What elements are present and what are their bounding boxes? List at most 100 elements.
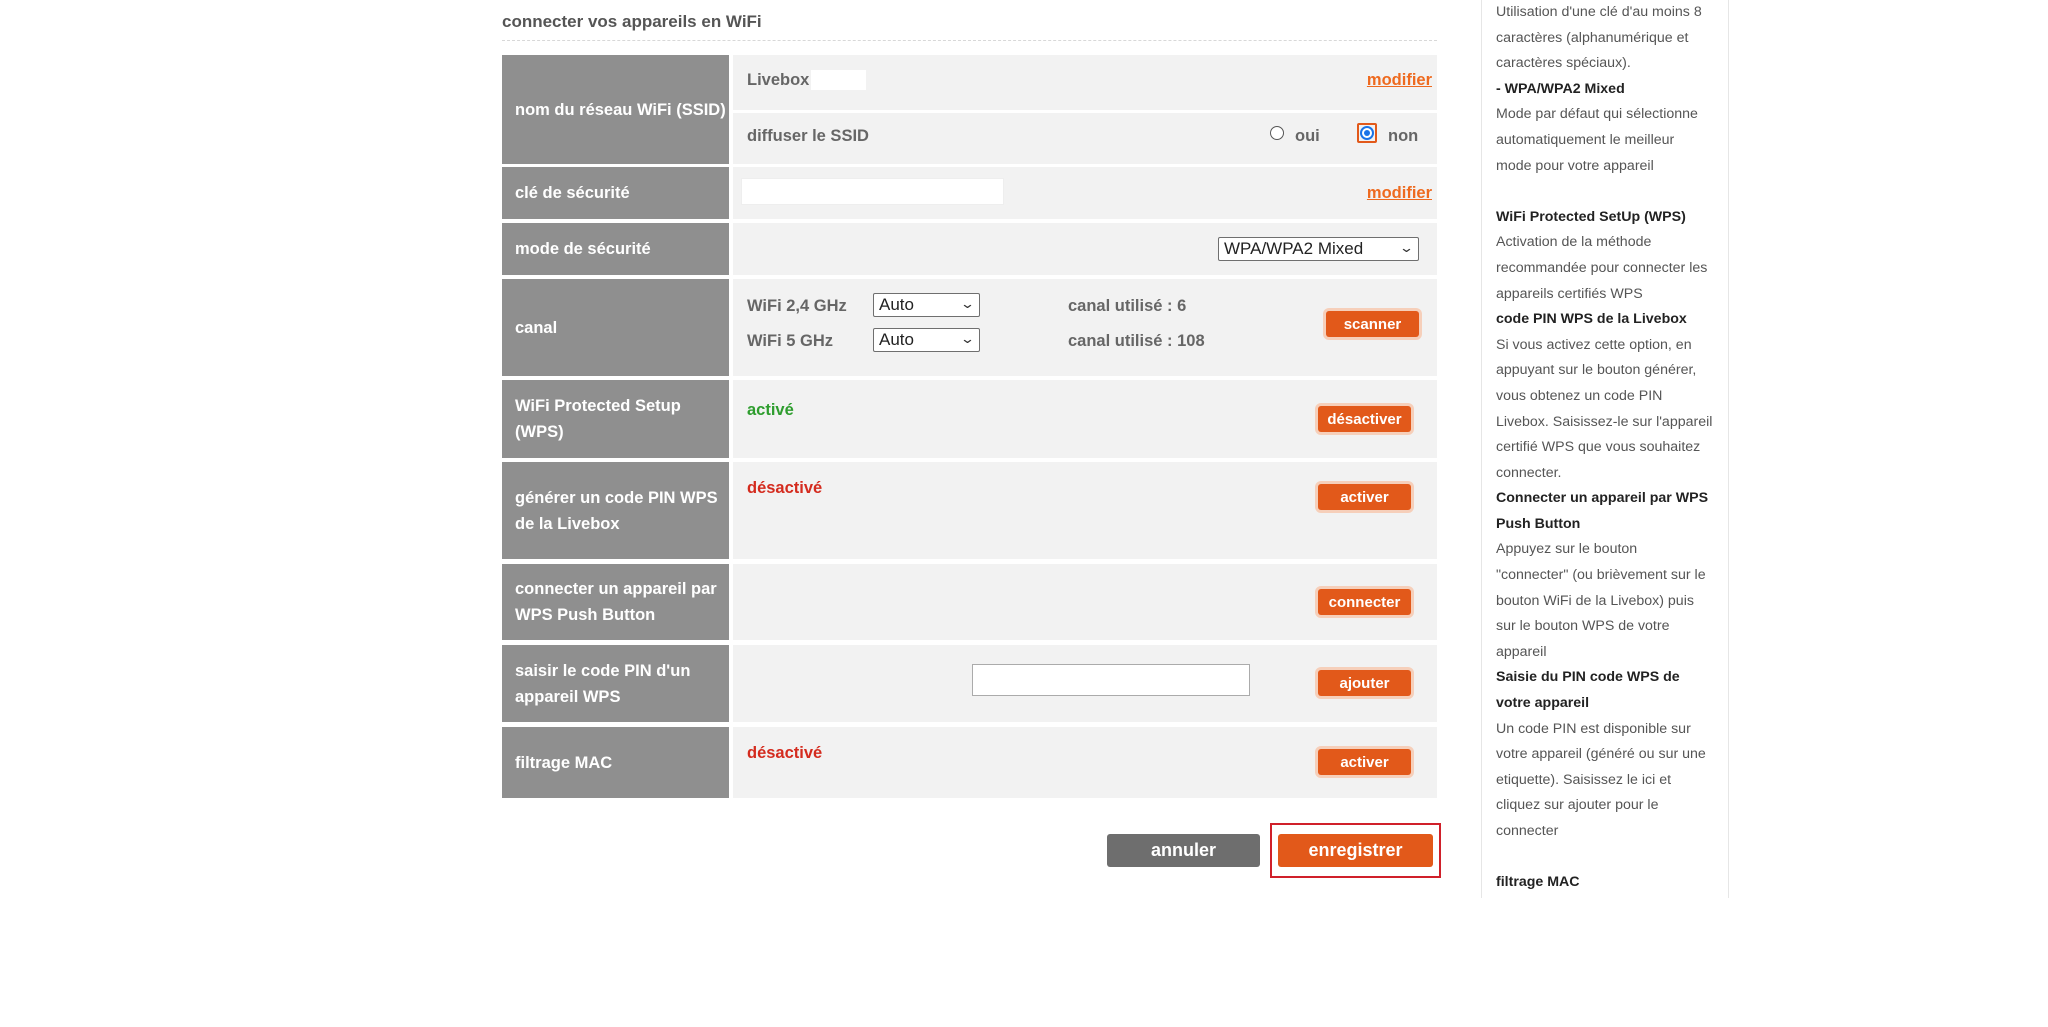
help-pin-text-1: Si vous activez cette option, en: [1496, 336, 1692, 353]
section-title: connecter vos appareils en WiFi: [502, 12, 762, 31]
band-24-used-channel: canal utilisé : 6: [1068, 297, 1187, 315]
device-pin-input[interactable]: [972, 664, 1250, 696]
wps-pin-content: désactivé activer: [733, 462, 1437, 559]
device-pin-row: saisir le code PIN d'un appareil WPS ajo…: [502, 645, 1437, 722]
channel-content: WiFi 2,4 GHz Auto ⌄ canal utilisé : 6 Wi…: [733, 279, 1437, 376]
broadcast-no-label: non: [1388, 127, 1419, 145]
band-24-selected: Auto: [879, 295, 914, 314]
help-push-text-1: Appuyez sur le bouton: [1496, 541, 1638, 558]
help-push-heading-2: Push Button: [1496, 515, 1581, 532]
wps-status: activé: [747, 401, 794, 419]
ssid-masked-field: [811, 70, 866, 90]
help-device-text-5: connecter: [1496, 823, 1559, 839]
help-pin-text-2: appuyant sur le bouton générer,: [1496, 362, 1697, 379]
wps-row: WiFi Protected Setup (WPS) activé désact…: [502, 380, 1437, 458]
device-pin-label: saisir le code PIN d'un appareil WPS: [502, 645, 729, 722]
channel-row: canal WiFi 2,4 GHz Auto ⌄ canal utilisé …: [502, 279, 1437, 376]
ssid-value: Livebox: [747, 71, 810, 89]
wps-deactivate-button[interactable]: désactiver: [1318, 406, 1411, 432]
wps-pin-activate-button[interactable]: activer: [1318, 484, 1411, 510]
security-mode-label: mode de sécurité: [502, 223, 729, 275]
ssid-label: nom du réseau WiFi (SSID): [502, 55, 729, 164]
help-push-text-5: appareil: [1496, 643, 1547, 660]
help-device-text-4: cliquez sur ajouter pour le: [1496, 797, 1659, 814]
security-key-row: clé de sécurité modifier: [502, 167, 1437, 219]
help-pin-text-5: certifié WPS que vous souhaitez: [1496, 439, 1701, 456]
title-divider: [502, 40, 1437, 41]
chevron-down-icon: ⌄: [959, 296, 976, 311]
broadcast-yes-label: oui: [1295, 127, 1320, 145]
wps-label: WiFi Protected Setup (WPS): [502, 380, 729, 458]
help-device-text-3: etiquette). Saisissez le ici et: [1496, 771, 1672, 788]
help-push-text-4: sur le bouton WPS de votre: [1496, 618, 1670, 635]
chevron-down-icon: ⌄: [959, 331, 976, 346]
broadcast-no-radio[interactable]: [1360, 126, 1374, 140]
security-key-label: clé de sécurité: [502, 167, 729, 219]
security-mode-row: mode de sécurité WPA/WPA2 Mixed ⌄: [502, 223, 1437, 275]
mac-filter-row: filtrage MAC désactivé activer: [502, 727, 1437, 798]
broadcast-ssid-label: diffuser le SSID: [747, 127, 869, 145]
mac-filter-status: désactivé: [747, 744, 823, 762]
ssid-modify-link[interactable]: modifier: [1367, 71, 1432, 90]
chevron-down-icon: ⌄: [1398, 240, 1415, 255]
security-key-field[interactable]: [741, 178, 1004, 205]
broadcast-yes-radio[interactable]: [1270, 126, 1284, 140]
mac-filter-label: filtrage MAC: [502, 727, 729, 798]
band-5-selected: Auto: [879, 330, 914, 349]
wps-push-label: connecter un appareil par WPS Push Butto…: [502, 564, 729, 640]
scan-button[interactable]: scanner: [1326, 311, 1419, 337]
help-pin-heading: code PIN WPS de la Livebox: [1496, 311, 1687, 328]
security-mode-content: WPA/WPA2 Mixed ⌄: [733, 223, 1437, 275]
help-wps-heading: WiFi Protected SetUp (WPS): [1496, 208, 1686, 225]
cancel-button[interactable]: annuler: [1107, 834, 1260, 867]
ssid-content: Livebox modifier diffuser le SSID oui no…: [733, 55, 1437, 164]
help-mixed-heading: - WPA/WPA2 Mixed: [1496, 80, 1625, 97]
wps-pin-label: générer un code PIN WPS de la Livebox: [502, 462, 729, 559]
save-button[interactable]: enregistrer: [1278, 834, 1433, 867]
help-device-text-2: votre appareil (généré ou sur une: [1496, 746, 1706, 763]
help-push-text-3: bouton WiFi de la Livebox) puis: [1496, 592, 1694, 609]
band-5-used-channel: canal utilisé : 108: [1068, 332, 1205, 350]
help-mixed-text-1: Mode par défaut qui sélectionne: [1496, 106, 1698, 123]
help-wps-text-1: Activation de la méthode: [1496, 234, 1652, 251]
wps-content: activé désactiver: [733, 380, 1437, 458]
help-mixed-text-3: mode pour votre appareil: [1496, 157, 1654, 174]
wps-connect-button[interactable]: connecter: [1318, 589, 1411, 615]
help-push-heading-1: Connecter un appareil par WPS: [1496, 490, 1709, 507]
help-spacer: [1496, 845, 1728, 871]
wps-push-content: connecter: [733, 564, 1437, 640]
security-key-modify-link[interactable]: modifier: [1367, 184, 1432, 203]
security-mode-select[interactable]: WPA/WPA2 Mixed ⌄: [1218, 237, 1419, 261]
help-device-text-1: Un code PIN est disponible sur: [1496, 720, 1691, 737]
ssid-separator: [733, 110, 1437, 113]
wps-pin-row: générer un code PIN WPS de la Livebox dé…: [502, 462, 1437, 559]
mac-filter-activate-button[interactable]: activer: [1318, 749, 1411, 775]
help-key-text-3: caractères spéciaux).: [1496, 55, 1631, 72]
help-pin-text-4: Livebox. Saisissez-le sur l'appareil: [1496, 413, 1713, 430]
help-spacer: [1496, 179, 1728, 205]
band-5-select[interactable]: Auto ⌄: [873, 328, 980, 352]
help-key-text-1: Utilisation d'une clé d'au moins 8: [1496, 4, 1702, 20]
help-push-text-2: "connecter" (ou brièvement sur le: [1496, 567, 1706, 584]
help-mixed-text-2: automatiquement le meilleur: [1496, 131, 1675, 148]
help-device-heading-1: Saisie du PIN code WPS de: [1496, 669, 1680, 686]
help-wps-text-3: appareils certifiés WPS: [1496, 285, 1643, 302]
help-pin-text-6: connecter.: [1496, 464, 1562, 481]
wps-push-row: connecter un appareil par WPS Push Butto…: [502, 564, 1437, 640]
band-24-select[interactable]: Auto ⌄: [873, 293, 980, 317]
help-wps-text-2: recommandée pour connecter les: [1496, 259, 1708, 276]
help-device-heading-2: votre appareil: [1496, 695, 1590, 712]
band-5-label: WiFi 5 GHz: [747, 332, 834, 350]
help-key-text-2: caractères (alphanumérique et: [1496, 29, 1689, 46]
wps-pin-status: désactivé: [747, 479, 823, 497]
device-pin-content: ajouter: [733, 645, 1437, 722]
help-sidebar: Utilisation d'une clé d'au moins 8 carac…: [1481, 0, 1729, 898]
ssid-row: nom du réseau WiFi (SSID) Livebox modifi…: [502, 55, 1437, 164]
channel-label: canal: [502, 279, 729, 376]
band-24-label: WiFi 2,4 GHz: [747, 297, 847, 315]
mac-filter-content: désactivé activer: [733, 727, 1437, 798]
help-mac-heading: filtrage MAC: [1496, 874, 1580, 891]
help-pin-text-3: vous obtenez un code PIN: [1496, 387, 1663, 404]
security-mode-selected: WPA/WPA2 Mixed: [1224, 239, 1364, 258]
device-pin-add-button[interactable]: ajouter: [1318, 670, 1411, 696]
